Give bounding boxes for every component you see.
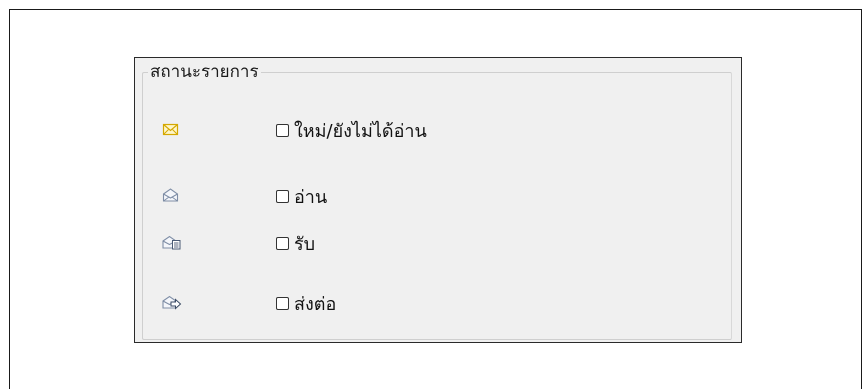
list-item: ส่งต่อ	[135, 288, 695, 318]
read-label: อ่าน	[294, 186, 328, 208]
received-label: รับ	[294, 233, 316, 255]
group-legend: สถานะรายการ	[148, 61, 261, 83]
received-option[interactable]: รับ	[276, 228, 315, 258]
forwarded-checkbox[interactable]	[276, 296, 289, 310]
read-option[interactable]: อ่าน	[276, 181, 327, 211]
forwarded-mail-icon	[162, 294, 182, 310]
received-checkbox[interactable]	[276, 236, 289, 250]
unread-label: ใหม่/ยังไม่ได้อ่าน	[294, 120, 427, 142]
forwarded-option[interactable]: ส่งต่อ	[276, 288, 336, 318]
new-unread-mail-icon	[162, 121, 180, 137]
list-item: ใหม่/ยังไม่ได้อ่าน	[135, 115, 695, 145]
read-checkbox[interactable]	[276, 189, 289, 203]
unread-checkbox[interactable]	[276, 123, 289, 137]
unread-option[interactable]: ใหม่/ยังไม่ได้อ่าน	[276, 115, 427, 145]
read-mail-icon	[162, 187, 180, 203]
item-status-panel: สถานะรายการ ใหม่/ยังไม่ได้อ่าน อ่าน รับ …	[134, 57, 742, 343]
list-item: อ่าน	[135, 181, 695, 211]
received-mail-icon	[162, 234, 181, 250]
list-item: รับ	[135, 228, 695, 258]
forwarded-label: ส่งต่อ	[294, 293, 337, 315]
